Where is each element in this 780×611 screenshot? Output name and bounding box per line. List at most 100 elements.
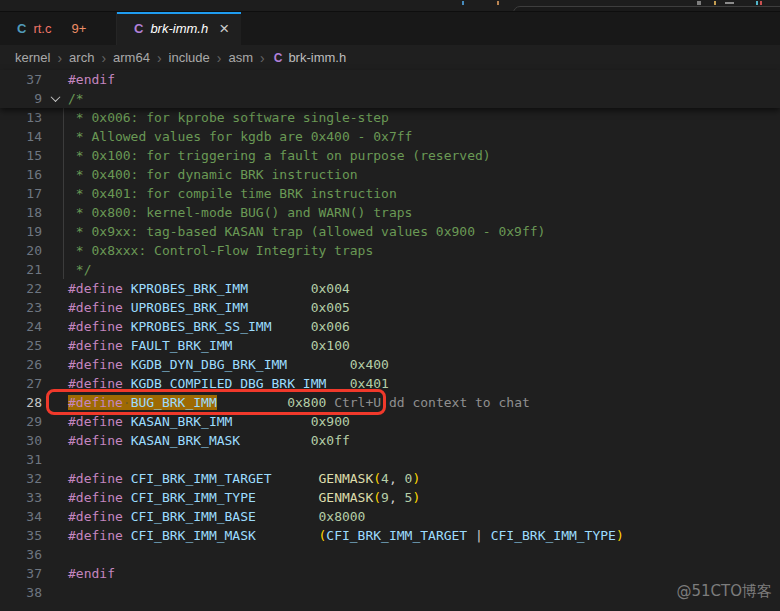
code-text: * 0x401: for compile time BRK instructio… [68,184,780,203]
breadcrumb-item[interactable]: asm [228,50,253,65]
line-number: 27 [0,374,42,393]
tab-brk-imm.h[interactable]: C brk-imm.h × [117,12,241,45]
token: , [389,471,405,486]
code-line-37[interactable]: 37#endif [0,70,780,89]
token: 9 [381,490,389,505]
code-line-21[interactable]: 21 */ [0,260,780,279]
line-number: 15 [0,146,42,165]
tab-filename: rt.c [33,21,51,36]
code-line-33[interactable]: 33 #define CFI_BRK_IMM_TYPE GENMASK(9, 5) [0,488,780,507]
fold-column [42,70,68,89]
token: CFI_BRK_IMM_TARGET [326,528,467,543]
token [123,357,131,372]
fold-column[interactable] [42,89,68,108]
token: #define [68,433,123,448]
code-text: #define KASAN_BRK_MASK 0x0ff [68,431,780,450]
code-line-34[interactable]: 34#define CFI_BRK_IMM_BASE 0x8000 [0,507,780,526]
code-text: */ [68,260,780,279]
code-editor[interactable]: 37#endif9/* 13 * 0x006: for kprobe softw… [0,70,780,610]
token: KASAN_BRK_IMM [131,414,233,429]
token: #define [68,338,123,353]
fold-column [42,545,68,564]
line-number: 20 [0,241,42,260]
fold-column [42,336,68,355]
titlebar-icon[interactable] [725,2,734,4]
token: * 0x8xxx: Control-Flow Integrity traps [68,243,373,258]
code-line-15[interactable]: 15 * 0x100: for triggering a fault on pu… [0,146,780,165]
code-line-26[interactable]: 26#define KGDB_DYN_DBG_BRK_IMM 0x400 [0,355,780,374]
fold-column [42,108,68,127]
titlebar-icon[interactable] [497,1,499,5]
token: #define [68,414,123,429]
titlebar-icon[interactable] [756,1,758,5]
token: #endif [68,566,115,581]
line-number: 18 [0,203,42,222]
token: KPROBES_BRK_SS_IMM [131,319,272,334]
code-line-17[interactable]: 17 * 0x401: for compile time BRK instruc… [0,184,780,203]
code-text: #define CFI_BRK_IMM_TYPE GENMASK(9, 5) [68,488,780,507]
breadcrumb-file[interactable]: brk-imm.h [288,50,346,65]
code-text [68,450,780,469]
code-line-37[interactable]: 37#endif [0,564,780,583]
code-line-31[interactable]: 31 [0,450,780,469]
token [256,528,319,543]
fold-column [42,222,68,241]
code-text: #define CFI_BRK_IMM_BASE 0x8000 [68,507,780,526]
token: GENMASK [318,490,373,505]
code-text [68,545,780,564]
token: ( [373,490,381,505]
code-line-20[interactable]: 20 * 0x8xxx: Control-Flow Integrity trap… [0,241,780,260]
line-number: 19 [0,222,42,241]
code-line-13[interactable]: 13 * 0x006: for kprobe software single-s… [0,108,780,127]
tab-rt.c[interactable]: C rt.c 9+ [0,12,117,45]
titlebar-icon[interactable] [697,1,701,5]
titlebar-icon[interactable] [760,1,762,5]
fold-column [42,355,68,374]
code-line-25[interactable]: 25#define FAULT_BRK_IMM 0x100 [0,336,780,355]
annotation-box [46,389,386,415]
code-line-19[interactable]: 19 * 0x9xx: tag-based KASAN trap (allowe… [0,222,780,241]
fold-column [42,450,68,469]
code-line-14[interactable]: 14 * Allowed values for kgdb are 0x400 -… [0,127,780,146]
token: 0x005 [311,300,350,315]
code-line-30[interactable]: 30#define KASAN_BRK_MASK 0x0ff [0,431,780,450]
token [240,433,310,448]
fold-column [42,583,68,602]
close-tab-icon[interactable]: × [219,20,229,37]
code-text: #define FAULT_BRK_IMM 0x100 [68,336,780,355]
fold-column [42,184,68,203]
token: | [467,528,490,543]
breadcrumb-item[interactable]: include [169,50,210,65]
code-line-16[interactable]: 16 * 0x400: for dynamic BRK instruction [0,165,780,184]
token: CFI_BRK_IMM_BASE [131,509,256,524]
token: FAULT_BRK_IMM [131,338,233,353]
line-number: 33 [0,488,42,507]
token: #define [68,509,123,524]
code-line-9[interactable]: 9/* [0,89,780,108]
line-number: 32 [0,469,42,488]
sticky-scroll: 37#endif9/* [0,70,780,108]
breadcrumb-item[interactable]: kernel [15,50,50,65]
breadcrumb-separator-icon: › [260,50,265,66]
token: #define [68,281,123,296]
code-line-23[interactable]: 23#define UPROBES_BRK_IMM 0x005 [0,298,780,317]
breadcrumb-item[interactable]: arch [69,50,94,65]
token: 0x0ff [311,433,350,448]
token: * 0x800: kernel-mode BUG() and WARN() tr… [68,205,412,220]
code-line-32[interactable]: 32#define CFI_BRK_IMM_TARGET GENMASK(4, … [0,469,780,488]
code-text: #define KPROBES_BRK_SS_IMM 0x006 [68,317,780,336]
line-number: 29 [0,412,42,431]
code-line-18[interactable]: 18 * 0x800: kernel-mode BUG() and WARN()… [0,203,780,222]
code-text: #define CFI_BRK_IMM_MASK (CFI_BRK_IMM_TA… [68,526,780,545]
titlebar-icon[interactable] [714,1,716,5]
code-line-36[interactable]: 36 [0,545,780,564]
breadcrumb-item[interactable]: arm64 [113,50,150,65]
code-line-35[interactable]: 35#define CFI_BRK_IMM_MASK (CFI_BRK_IMM_… [0,526,780,545]
watermark: @51CTO博客 [676,582,772,601]
token: , [389,490,405,505]
token [272,471,319,486]
code-line-22[interactable]: 22#define KPROBES_BRK_IMM 0x004 [0,279,780,298]
code-line-24[interactable]: 24#define KPROBES_BRK_SS_IMM 0x006 [0,317,780,336]
titlebar-icon[interactable] [462,1,464,5]
code-line-38[interactable]: 38 [0,583,780,602]
